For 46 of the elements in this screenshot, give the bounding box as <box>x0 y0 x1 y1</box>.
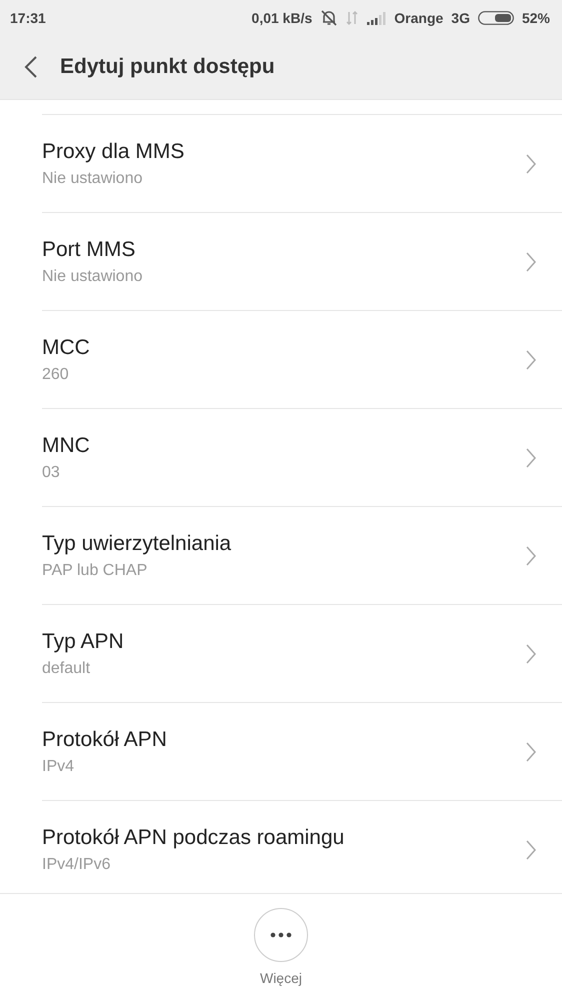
chevron-icon <box>526 154 536 174</box>
settings-item[interactable]: Port MMS Nie ustawiono <box>42 212 562 310</box>
item-title: Protokół APN podczas roamingu <box>42 826 346 850</box>
item-title: MNC <box>42 434 91 458</box>
chevron-icon <box>526 840 536 860</box>
item-title: Typ uwierzytelniania <box>42 532 232 556</box>
item-value: 260 <box>42 366 70 384</box>
back-icon <box>24 55 38 79</box>
chevron-icon <box>526 742 536 762</box>
settings-item[interactable]: Typ uwierzytelniania PAP lub CHAP <box>42 506 562 604</box>
bell-off-icon <box>320 8 338 26</box>
item-title: Port MMS <box>42 238 136 262</box>
settings-item[interactable]: Protokół APN IPv4 <box>42 702 562 800</box>
page-title: Edytuj punkt dostępu <box>60 55 275 79</box>
signal-icon <box>366 10 386 24</box>
carrier-name: Orange <box>394 10 444 26</box>
item-title: Proxy dla MMS <box>42 140 186 164</box>
item-value: Nie ustawiono <box>42 170 144 188</box>
settings-item[interactable]: Protokół APN podczas roamingu IPv4/IPv6 <box>42 800 562 893</box>
item-value: 03 <box>42 464 61 482</box>
battery-percent: 52% <box>522 10 550 26</box>
settings-item[interactable]: Typ APN default <box>42 604 562 702</box>
settings-item[interactable]: MNC 03 <box>42 408 562 506</box>
item-value: default <box>42 660 92 678</box>
battery-icon <box>478 10 514 24</box>
chevron-icon <box>526 350 536 370</box>
item-value: PAP lub CHAP <box>42 562 148 580</box>
item-value: Nie ustawiono <box>42 268 144 286</box>
network-type: 3G <box>451 10 470 26</box>
item-value: IPv4 <box>42 758 76 776</box>
item-title: Typ APN <box>42 630 125 654</box>
item-title: Protokół APN <box>42 728 168 752</box>
back-button[interactable] <box>24 55 38 79</box>
item-value: IPv4/IPv6 <box>42 856 112 874</box>
settings-item[interactable]: Proxy dla MMS Nie ustawiono <box>42 114 562 212</box>
chevron-icon <box>526 644 536 664</box>
data-arrows-icon <box>346 10 358 26</box>
chevron-icon <box>526 448 536 468</box>
network-speed: 0,01 kB/s <box>252 10 312 26</box>
chevron-icon <box>526 546 536 566</box>
clock: 17:31 <box>10 10 46 26</box>
settings-item[interactable]: MCC 260 <box>42 310 562 408</box>
chevron-icon <box>526 252 536 272</box>
item-title: MCC <box>42 336 91 360</box>
more-icon <box>270 932 292 938</box>
more-label: Więcej <box>260 970 302 986</box>
